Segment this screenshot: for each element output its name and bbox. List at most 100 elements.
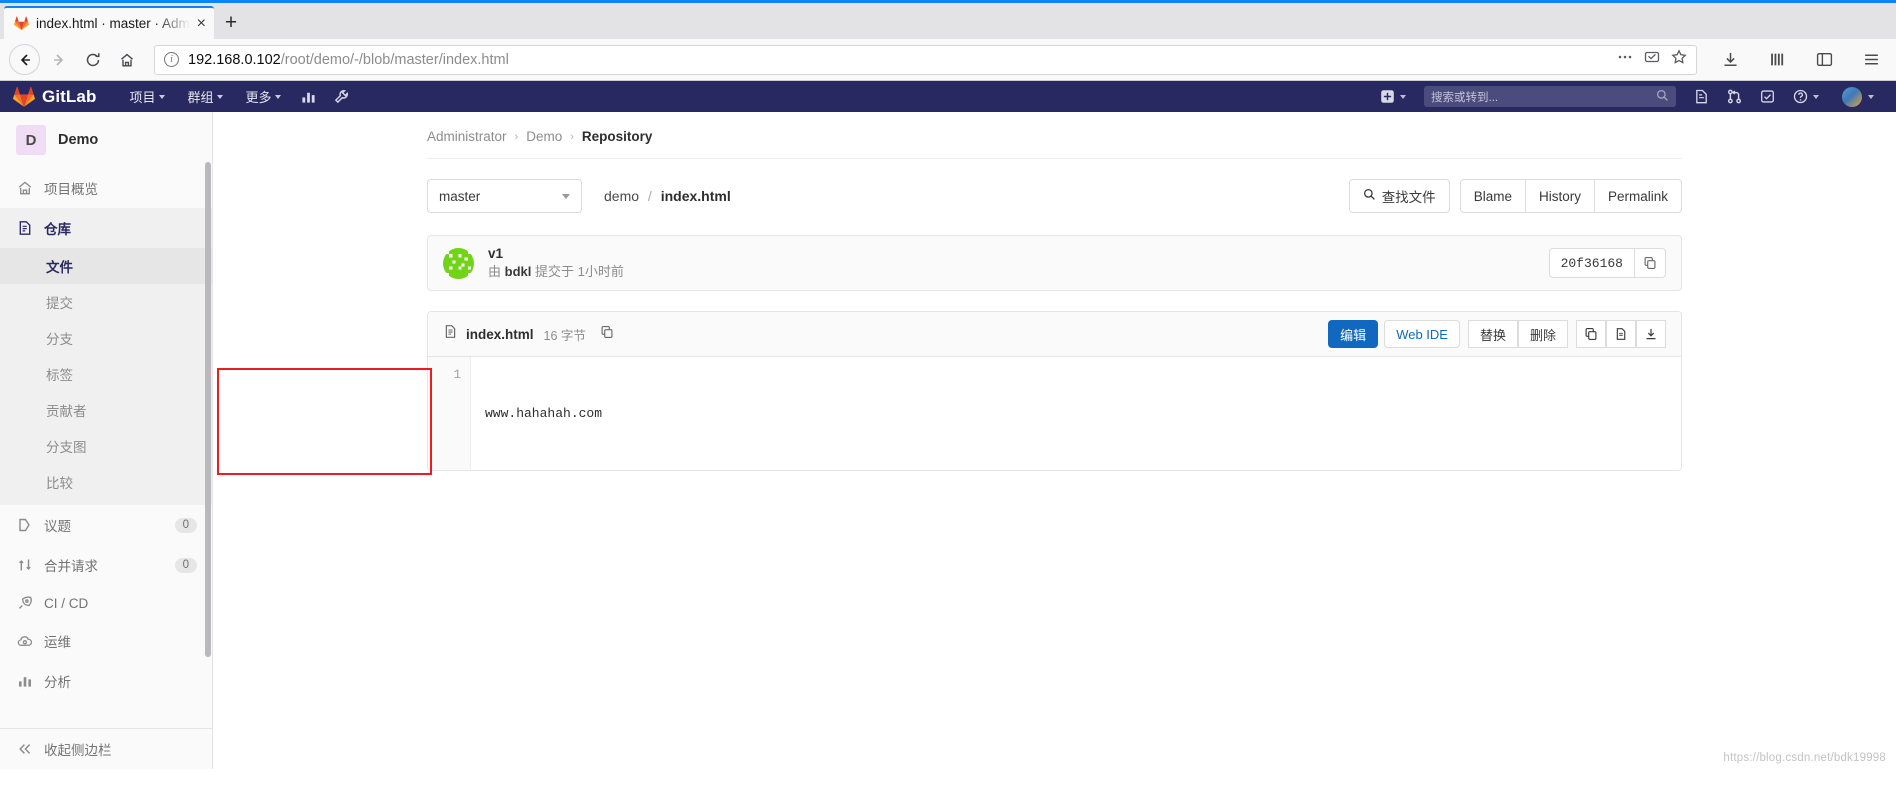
sidebar-scrollbar[interactable] (204, 112, 212, 769)
delete-button[interactable]: 删除 (1517, 320, 1568, 348)
sidebar-item-operations[interactable]: 运维 (0, 621, 212, 661)
sidebar-subitem-commits[interactable]: 提交 (0, 284, 212, 320)
copy-path-icon[interactable] (600, 325, 614, 344)
commit-time: 1小时前 (577, 264, 624, 280)
sidebar-subitem-contributors[interactable]: 贡献者 (0, 392, 212, 428)
help-icon[interactable] (1784, 89, 1828, 104)
user-menu[interactable] (1828, 86, 1883, 107)
open-raw-icon[interactable] (1606, 320, 1636, 348)
search-icon (1363, 188, 1376, 204)
path-dir[interactable]: demo (604, 188, 639, 204)
branch-selector[interactable]: master (427, 179, 582, 213)
web-ide-button[interactable]: Web IDE (1384, 320, 1460, 348)
forward-button[interactable] (43, 44, 74, 75)
close-icon[interactable]: × (197, 15, 206, 32)
sidebar-nav: 项目概览 仓库 文件 提交 分支 标签 贡献者 分支图 比较 议题 0 合并请求… (0, 168, 212, 701)
plus-square-icon[interactable] (1371, 89, 1415, 104)
commit-message[interactable]: v1 (488, 244, 624, 264)
copy-contents-icon[interactable] (1576, 320, 1606, 348)
bookmark-star-icon[interactable] (1671, 49, 1687, 70)
collapse-sidebar-button[interactable]: 收起侧边栏 (0, 729, 212, 769)
sidebar-item-analytics[interactable]: 分析 (0, 661, 212, 701)
line-number[interactable]: 1 (428, 366, 461, 385)
reader-mode-icon[interactable] (1644, 49, 1660, 70)
sidebar-subitem-compare[interactable]: 比较 (0, 464, 212, 500)
wrench-icon[interactable] (325, 89, 358, 104)
permalink-button[interactable]: Permalink (1594, 179, 1682, 213)
new-tab-button[interactable]: + (214, 6, 248, 39)
sidebar-toggle-icon[interactable] (1809, 44, 1840, 75)
nav-projects[interactable]: 项目 (118, 81, 176, 112)
sidebar-item-issues[interactable]: 议题 0 (0, 505, 212, 545)
breadcrumb-repository[interactable]: Repository (582, 129, 653, 144)
last-commit-card: v1 由 bdkl 提交于 1小时前 20f36168 (427, 235, 1682, 291)
file-toolbar: master demo / index.html 查找文件 Blame Hist… (427, 159, 1682, 213)
page-actions-icon[interactable] (1617, 49, 1633, 70)
sidebar-item-repository-label: 仓库 (44, 222, 71, 237)
blob-actions: 编辑 Web IDE 替换 删除 (1328, 320, 1666, 348)
sidebar-item-cicd[interactable]: CI / CD (0, 585, 212, 621)
breadcrumb-separator: › (570, 130, 574, 143)
sidebar-subitem-graph[interactable]: 分支图 (0, 428, 212, 464)
nav-more[interactable]: 更多 (234, 81, 292, 112)
activity-icon[interactable] (292, 89, 325, 104)
path-separator: / (647, 188, 652, 204)
chevron-down-icon (562, 193, 570, 199)
chevron-down-icon (217, 94, 224, 99)
sidebar-item-merge-requests[interactable]: 合并请求 0 (0, 545, 212, 585)
site-info-icon[interactable]: i (164, 52, 179, 67)
sidebar-subitem-branches[interactable]: 分支 (0, 320, 212, 356)
code-content[interactable]: www.hahahah.com (471, 357, 1681, 470)
replace-button[interactable]: 替换 (1467, 320, 1518, 348)
nav-groups[interactable]: 群组 (176, 81, 234, 112)
sidebar-item-repository[interactable]: 仓库 (0, 208, 212, 248)
search-input[interactable]: 搜索或转到... (1424, 86, 1676, 107)
blame-button[interactable]: Blame (1459, 179, 1526, 213)
tab-title: index.html · master · Adm (36, 16, 190, 31)
library-icon[interactable] (1762, 44, 1793, 75)
app-menu-icon[interactable] (1856, 44, 1887, 75)
breadcrumb-demo[interactable]: Demo (526, 129, 562, 144)
sidebar-item-overview[interactable]: 项目概览 (0, 168, 212, 208)
todos-icon[interactable] (1751, 89, 1784, 104)
find-file-label: 查找文件 (1381, 190, 1436, 205)
browser-tab[interactable]: index.html · master · Adm × (4, 6, 214, 39)
browser-chrome: index.html · master · Adm × + i 192.168.… (0, 0, 1896, 81)
merge-requests-icon[interactable] (1718, 89, 1751, 104)
file-blob-card: index.html 16 字节 编辑 Web IDE 替换 删除 1 www.… (427, 311, 1682, 471)
home-icon[interactable] (111, 44, 142, 75)
sidebar-scrollbar-thumb[interactable] (205, 162, 211, 657)
doc-icon (16, 220, 33, 236)
nav-groups-label: 群组 (187, 90, 214, 105)
app-shell: D Demo 项目概览 仓库 文件 提交 分支 标签 贡献者 分支图 比较 议题… (0, 112, 1896, 769)
download-icon[interactable] (1636, 320, 1666, 348)
gitlab-logo[interactable]: GitLab (13, 86, 96, 108)
project-name: Demo (58, 132, 99, 148)
address-bar[interactable]: i 192.168.0.102/root/demo/-/blob/master/… (154, 44, 1697, 75)
edit-button[interactable]: 编辑 (1328, 320, 1379, 348)
tab-strip: index.html · master · Adm × + (0, 3, 1896, 39)
reload-button[interactable] (77, 44, 108, 75)
copy-icon[interactable] (1634, 248, 1666, 278)
find-file-button[interactable]: 查找文件 (1348, 179, 1450, 213)
breadcrumb-administrator[interactable]: Administrator (427, 129, 507, 144)
sidebar-subitem-tags[interactable]: 标签 (0, 356, 212, 392)
sidebar-subitem-files[interactable]: 文件 (0, 248, 212, 284)
url-text: 192.168.0.102/root/demo/-/blob/master/in… (188, 52, 509, 68)
history-button[interactable]: History (1525, 179, 1595, 213)
file-view-button-group: Blame History Permalink (1459, 179, 1682, 213)
commit-author[interactable]: bdkl (505, 264, 532, 279)
snippets-icon[interactable] (1685, 89, 1718, 104)
back-button[interactable] (9, 44, 40, 75)
cloud-gear-icon (16, 633, 33, 649)
browser-toolbar: i 192.168.0.102/root/demo/-/blob/master/… (0, 39, 1896, 81)
downloads-icon[interactable] (1715, 44, 1746, 75)
commit-sha[interactable]: 20f36168 (1548, 248, 1634, 278)
main-content: Administrator › Demo › Repository master… (213, 112, 1896, 769)
blob-file-size: 16 字节 (543, 328, 586, 343)
project-header[interactable]: D Demo (0, 112, 212, 168)
chevron-down-icon (1813, 94, 1819, 99)
file-path: demo / index.html (604, 188, 731, 204)
search-icon[interactable] (1656, 89, 1669, 105)
breadcrumb: Administrator › Demo › Repository (427, 129, 1682, 159)
